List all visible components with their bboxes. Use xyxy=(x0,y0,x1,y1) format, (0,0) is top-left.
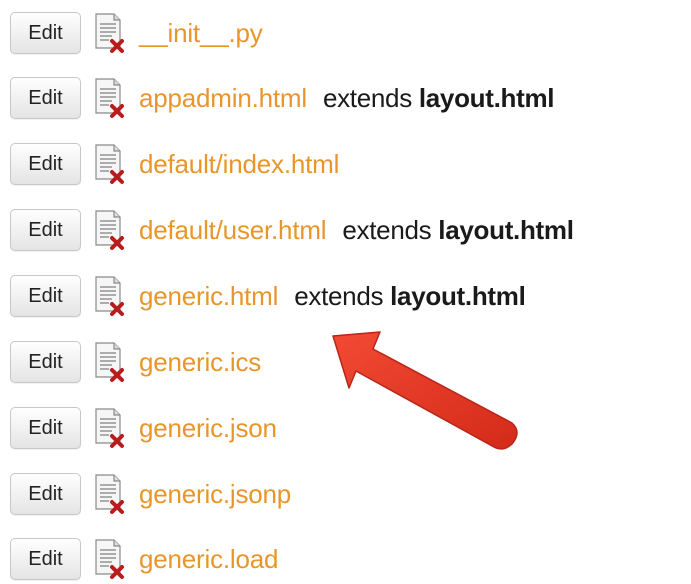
document-delete-icon[interactable] xyxy=(81,275,126,317)
edit-button[interactable]: Edit xyxy=(10,341,81,383)
document-delete-icon[interactable] xyxy=(81,538,126,580)
document-delete-icon[interactable] xyxy=(81,341,126,383)
file-row: Edit appadmin.html extends layout.html xyxy=(10,76,555,120)
file-link[interactable]: default/index.html xyxy=(139,149,339,180)
file-list-page: Edit __init__.py Edit appadmin.html exte… xyxy=(0,0,691,584)
extends-target: layout.html xyxy=(390,280,526,311)
file-row: Edit __init__.py xyxy=(10,11,263,55)
document-delete-icon[interactable] xyxy=(81,407,126,449)
file-link[interactable]: generic.load xyxy=(139,544,278,575)
file-link[interactable]: default/user.html xyxy=(139,215,327,246)
file-row: Edit generic.load xyxy=(10,537,278,581)
document-delete-icon[interactable] xyxy=(81,12,126,54)
extends-label: extends xyxy=(294,280,384,311)
edit-button[interactable]: Edit xyxy=(10,538,81,580)
file-link[interactable]: appadmin.html xyxy=(139,83,307,114)
extends-note: extends layout.html xyxy=(342,214,574,246)
file-link[interactable]: __init__.py xyxy=(139,18,263,49)
file-link[interactable]: generic.jsonp xyxy=(139,479,291,510)
extends-label: extends xyxy=(322,82,412,113)
file-link[interactable]: generic.ics xyxy=(139,347,261,378)
file-link[interactable]: generic.json xyxy=(139,413,277,444)
edit-button[interactable]: Edit xyxy=(10,275,81,317)
file-row: Edit generic.json xyxy=(10,406,277,450)
file-row: Edit generic.jsonp xyxy=(10,472,291,516)
extends-target: layout.html xyxy=(418,82,555,113)
edit-button[interactable]: Edit xyxy=(10,12,81,54)
document-delete-icon[interactable] xyxy=(81,209,126,251)
extends-label: extends xyxy=(342,214,432,245)
extends-target: layout.html xyxy=(438,214,574,245)
extends-note: extends layout.html xyxy=(322,82,555,114)
document-delete-icon[interactable] xyxy=(81,77,126,119)
file-row: Edit default/index.html xyxy=(10,142,339,186)
file-row: Edit generic.ics xyxy=(10,340,261,384)
edit-button[interactable]: Edit xyxy=(10,473,81,515)
edit-button[interactable]: Edit xyxy=(10,77,81,119)
file-row: Edit generic.html extends layout.html xyxy=(10,274,526,318)
file-link[interactable]: generic.html xyxy=(139,281,278,312)
edit-button[interactable]: Edit xyxy=(10,407,81,449)
edit-button[interactable]: Edit xyxy=(10,209,81,251)
document-delete-icon[interactable] xyxy=(81,473,126,515)
document-delete-icon[interactable] xyxy=(81,143,126,185)
edit-button[interactable]: Edit xyxy=(10,143,81,185)
file-row: Edit default/user.html extends layout.ht… xyxy=(10,208,574,252)
extends-note: extends layout.html xyxy=(294,280,526,312)
